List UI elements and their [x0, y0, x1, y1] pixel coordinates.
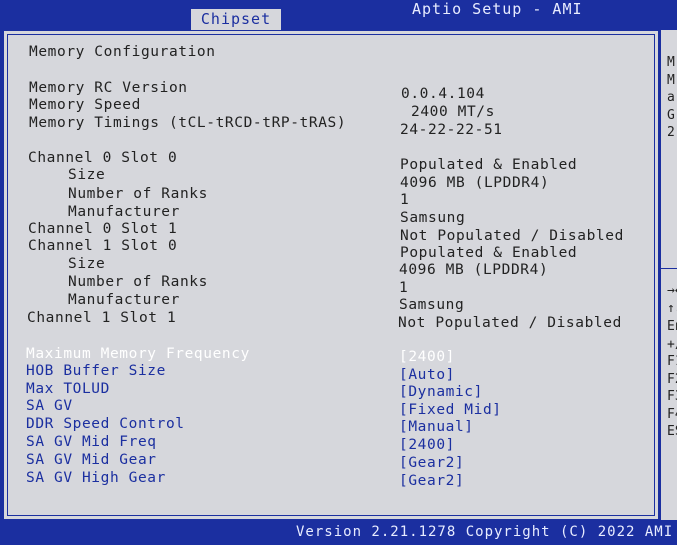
- help-key: F4: [667, 407, 677, 422]
- help-key: ↑↓: [667, 301, 677, 316]
- channel-value: Populated & Enabled: [400, 157, 578, 173]
- option-value-ddr-speed-control[interactable]: [Manual]: [399, 419, 474, 435]
- help-key: F2: [667, 372, 677, 387]
- footer-bar: Version 2.21.1278 Copyright (C) 2022 AMI: [0, 520, 677, 545]
- option-sa-gv-mid-freq[interactable]: SA GV Mid Freq: [26, 434, 157, 450]
- help-key: →←: [667, 283, 677, 298]
- help-divider: [661, 268, 677, 269]
- option-value-hob-buffer-size[interactable]: [Auto]: [399, 367, 455, 383]
- help-text: a: [667, 90, 675, 105]
- info-value: 24-22-22-51: [400, 122, 503, 138]
- help-text: M: [667, 73, 675, 88]
- tab-chipset[interactable]: Chipset: [191, 9, 281, 30]
- help-key: En: [667, 319, 677, 334]
- top-bar: Aptio Setup - AMI Chipset: [0, 0, 677, 30]
- channel-value: Samsung: [399, 297, 465, 313]
- info-value: 0.0.4.104: [401, 86, 485, 102]
- channel-label: Channel 0 Slot 0: [28, 150, 178, 166]
- help-key: +/: [667, 337, 677, 352]
- info-value: 2400 MT/s: [411, 104, 495, 120]
- main-panel: Memory Configuration Memory RC Version 0…: [3, 30, 659, 520]
- help-key: F1: [667, 354, 677, 369]
- channel-label: Size: [68, 256, 106, 272]
- version-text: Version 2.21.1278 Copyright (C) 2022 AMI: [296, 524, 674, 540]
- page-heading: Memory Configuration: [29, 44, 216, 60]
- option-value-sa-gv-mid-freq[interactable]: [2400]: [399, 437, 455, 453]
- channel-label: Channel 1 Slot 1: [27, 310, 177, 326]
- help-key: F3: [667, 389, 677, 404]
- app-title: Aptio Setup - AMI: [412, 0, 583, 18]
- info-label: Memory RC Version: [29, 80, 188, 96]
- option-ddr-speed-control[interactable]: DDR Speed Control: [26, 416, 185, 432]
- channel-value: 4096 MB (LPDDR4): [400, 175, 550, 191]
- help-key: ES: [667, 424, 677, 439]
- help-text: M: [667, 55, 675, 70]
- channel-label: Channel 1 Slot 0: [28, 238, 178, 254]
- help-text: G: [667, 108, 675, 123]
- option-value-sa-gv-mid-gear[interactable]: [Gear2]: [399, 455, 464, 471]
- option-sa-gv[interactable]: SA GV: [26, 398, 73, 414]
- option-max-memory-frequency[interactable]: Maximum Memory Frequency: [26, 346, 250, 362]
- channel-value: Not Populated / Disabled: [400, 228, 624, 244]
- channel-value: 1: [400, 192, 410, 208]
- channel-label: Manufacturer: [68, 292, 180, 308]
- option-value-sa-gv[interactable]: [Fixed Mid]: [399, 402, 502, 418]
- help-text: 2: [667, 125, 675, 140]
- option-value-max-tolud[interactable]: [Dynamic]: [399, 384, 483, 400]
- option-hob-buffer-size[interactable]: HOB Buffer Size: [26, 363, 166, 379]
- info-label: Memory Speed: [29, 97, 141, 113]
- channel-label: Channel 0 Slot 1: [28, 221, 178, 237]
- channel-value: Samsung: [400, 210, 466, 226]
- channel-label: Number of Ranks: [68, 274, 208, 290]
- channel-value: 4096 MB (LPDDR4): [399, 262, 549, 278]
- option-value-sa-gv-high-gear[interactable]: [Gear2]: [399, 473, 464, 489]
- channel-label: Manufacturer: [68, 204, 180, 220]
- help-panel: M M a G 2 →← ↑↓ En +/ F1 F2 F3 F4 ES: [661, 30, 677, 520]
- channel-value: Not Populated / Disabled: [398, 315, 622, 331]
- channel-label: Number of Ranks: [68, 186, 208, 202]
- channel-value: Populated & Enabled: [400, 245, 578, 261]
- option-max-tolud[interactable]: Max TOLUD: [26, 381, 110, 397]
- info-label: Memory Timings (tCL-tRCD-tRP-tRAS): [29, 115, 347, 131]
- option-sa-gv-mid-gear[interactable]: SA GV Mid Gear: [26, 452, 157, 468]
- channel-label: Size: [68, 167, 106, 183]
- channel-value: 1: [399, 280, 409, 296]
- option-value-max-memory-frequency[interactable]: [2400]: [399, 349, 455, 365]
- option-sa-gv-high-gear[interactable]: SA GV High Gear: [26, 470, 166, 486]
